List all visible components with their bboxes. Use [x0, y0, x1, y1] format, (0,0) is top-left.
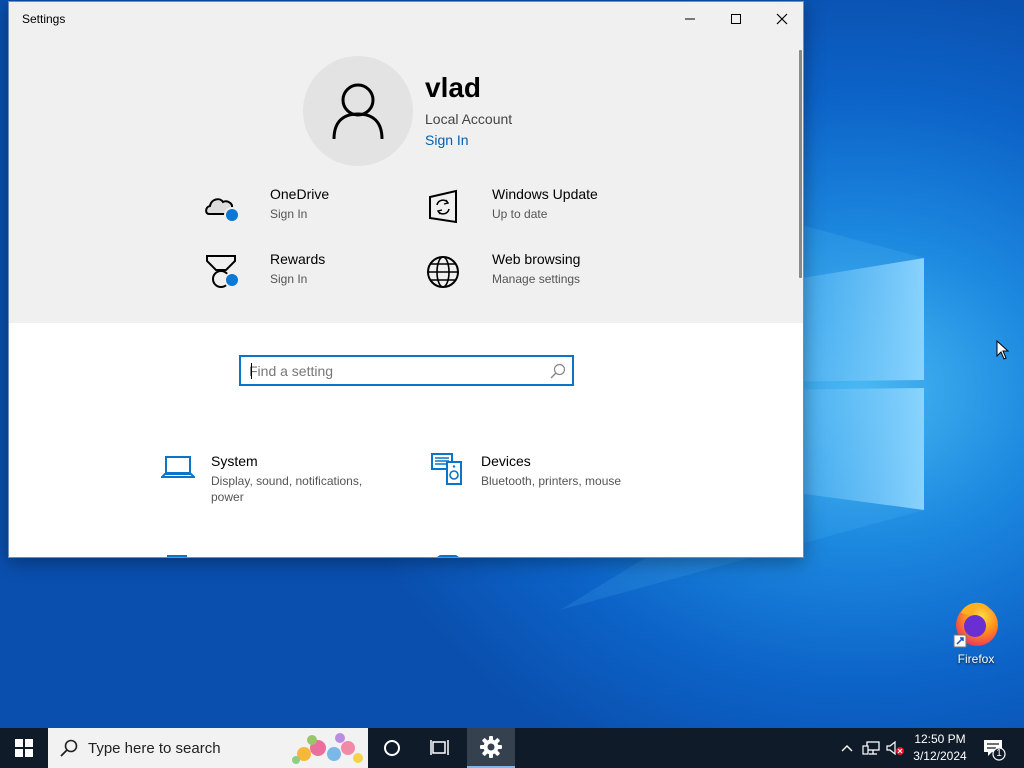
maximize-button[interactable] [713, 2, 759, 36]
quick-link-web-browsing[interactable]: Web browsing Manage settings [426, 251, 626, 299]
avatar[interactable] [303, 56, 413, 166]
taskbar-settings-app[interactable] [467, 728, 515, 768]
cortana-button[interactable] [368, 728, 416, 768]
find-setting-search[interactable] [239, 355, 574, 386]
search-highlight-flowers-icon [292, 733, 363, 764]
next-category-icon-partial [167, 555, 187, 557]
network-button[interactable] [860, 728, 882, 768]
account-name: vlad [425, 72, 482, 103]
sign-in-link[interactable]: Sign In [425, 132, 469, 148]
maximize-icon [731, 14, 741, 24]
notification-count-badge: 1 [996, 748, 1002, 759]
category-title: System [211, 453, 258, 469]
volume-button[interactable] [884, 728, 906, 768]
quick-link-title: Web browsing [492, 251, 581, 267]
show-hidden-icons-button[interactable] [838, 728, 856, 768]
minimize-button[interactable] [667, 2, 713, 36]
quick-link-subtitle: Sign In [270, 207, 308, 221]
close-icon [776, 13, 788, 25]
quick-link-title: Rewards [270, 251, 326, 267]
windows-update-icon [429, 189, 457, 224]
category-title: Devices [481, 453, 531, 469]
text-caret [251, 363, 252, 379]
search-icon [60, 739, 78, 757]
network-icon [862, 741, 880, 755]
desktop-icon-label: Firefox [957, 652, 995, 666]
quick-link-subtitle: Manage settings [492, 272, 581, 286]
search-icon[interactable] [550, 363, 566, 379]
search-input[interactable] [249, 361, 539, 381]
chevron-up-icon [841, 745, 853, 752]
quick-link-onedrive[interactable]: OneDrive Sign In [204, 186, 404, 234]
quick-link-rewards[interactable]: Rewards Sign In [204, 251, 404, 299]
clock-time: 12:50 PM [914, 732, 966, 746]
settings-window: Settings vlad Local Account Sign In OneD… [8, 1, 804, 558]
badge-dot [224, 272, 240, 288]
category-system[interactable]: System Display, sound, notifications, po… [161, 453, 401, 513]
clock-date: 3/12/2024 [913, 749, 967, 763]
mouse-cursor-icon [996, 340, 1010, 360]
minimize-icon [685, 18, 695, 20]
taskbar: Type here to search 12:50 PM 3/12/2024 1 [0, 728, 1024, 768]
quick-link-subtitle: Up to date [492, 207, 548, 221]
cortana-icon [384, 740, 400, 756]
laptop-icon [161, 456, 195, 478]
user-icon [332, 83, 384, 140]
devices-icon [431, 453, 462, 485]
quick-link-title: OneDrive [270, 186, 330, 202]
badge-dot [224, 207, 240, 223]
action-center-button[interactable]: 1 [980, 728, 1010, 768]
account-type: Local Account [425, 111, 513, 127]
next-category-icon-partial [437, 555, 459, 557]
close-button[interactable] [759, 2, 803, 36]
task-view-button[interactable] [416, 728, 464, 768]
quick-link-windows-update[interactable]: Windows Update Up to date [426, 186, 626, 234]
title-bar[interactable]: Settings [9, 2, 803, 36]
windows-icon [15, 739, 33, 757]
rewards-icon [206, 255, 236, 288]
quick-link-subtitle: Sign In [270, 272, 308, 286]
firefox-icon [953, 602, 998, 648]
account-header: vlad Local Account Sign In OneDrive Sign… [9, 36, 803, 323]
taskbar-search-placeholder: Type here to search [88, 740, 221, 757]
quick-link-title: Windows Update [492, 186, 598, 202]
category-subtitle: Display, sound, notifications, power [211, 474, 363, 504]
scrollbar[interactable] [799, 50, 802, 278]
gear-icon [480, 736, 502, 758]
start-button[interactable] [0, 728, 48, 768]
volume-muted-icon [886, 740, 904, 756]
category-devices[interactable]: Devices Bluetooth, printers, mouse [431, 453, 671, 513]
onedrive-icon [205, 198, 236, 215]
desktop-icon-firefox[interactable]: Firefox [944, 597, 1008, 669]
taskbar-search-box[interactable]: Type here to search [48, 728, 368, 768]
window-title: Settings [22, 12, 66, 26]
task-view-icon [430, 740, 449, 755]
taskbar-clock[interactable]: 12:50 PM 3/12/2024 [904, 731, 976, 765]
category-subtitle: Bluetooth, printers, mouse [481, 474, 622, 488]
globe-icon [427, 256, 459, 288]
